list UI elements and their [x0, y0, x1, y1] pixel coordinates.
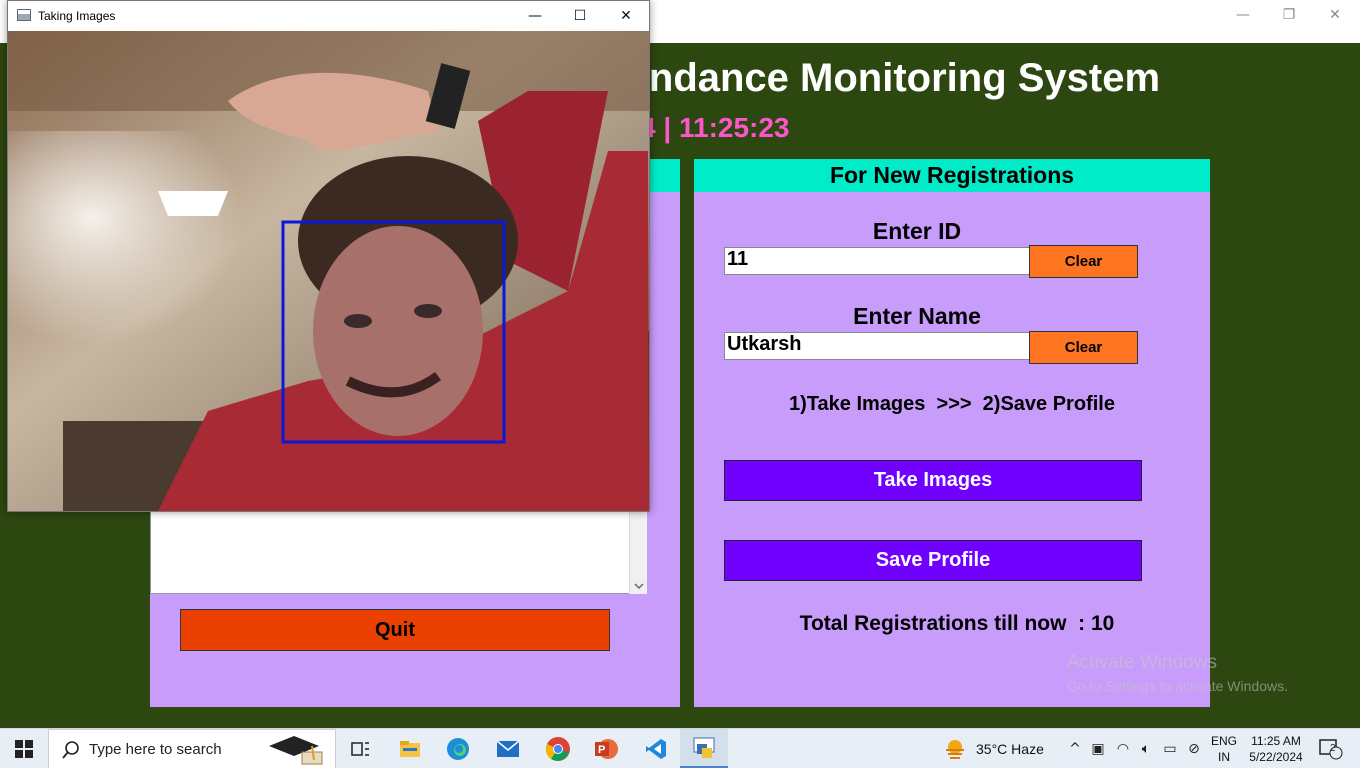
- windows-logo-icon: [15, 740, 33, 758]
- enter-name-label: Enter Name: [853, 303, 981, 329]
- graduation-cap-icon: [269, 736, 323, 765]
- chrome-button[interactable]: [534, 729, 582, 768]
- enter-id-label: Enter ID: [872, 218, 962, 244]
- notification-count: 2: [1330, 743, 1336, 754]
- language-code: ENG: [1210, 734, 1237, 748]
- network-off-icon[interactable]: ⊘: [1184, 739, 1204, 759]
- camera-titlebar[interactable]: Taking Images — ☐ ✕: [8, 1, 649, 31]
- clear-id-button[interactable]: Clear: [1029, 245, 1138, 278]
- svg-text:P: P: [598, 744, 605, 756]
- close-icon[interactable]: ✕: [1312, 0, 1358, 30]
- search-icon: [62, 741, 79, 759]
- save-profile-button[interactable]: Save Profile: [724, 540, 1142, 581]
- taskbar-search[interactable]: Type here to search: [48, 729, 336, 768]
- webcam-image: [8, 31, 649, 511]
- haze-icon: [946, 740, 964, 759]
- id-input[interactable]: 11: [724, 247, 1030, 275]
- watermark-line2: Go to Settings to activate Windows.: [1067, 678, 1288, 694]
- take-images-button[interactable]: Take Images: [724, 460, 1142, 501]
- date-time-display: 4 | 11:25:23: [640, 112, 790, 143]
- task-view-icon: [351, 742, 369, 756]
- page-title: ttendance Monitoring System: [600, 56, 1161, 100]
- python-icon: [693, 737, 715, 758]
- powerpoint-button[interactable]: P: [582, 729, 630, 768]
- mail-button[interactable]: [484, 729, 532, 768]
- attendance-list[interactable]: [150, 499, 647, 594]
- battery-icon[interactable]: ▭: [1160, 739, 1180, 759]
- attendance-scrollbar[interactable]: [629, 499, 647, 594]
- notification-button[interactable]: 2: [1318, 739, 1344, 760]
- window-app-icon: [17, 9, 31, 21]
- mail-icon: [496, 740, 520, 757]
- clock-time: 11:25 AM: [1251, 734, 1301, 748]
- camera-window-title: Taking Images: [38, 9, 116, 23]
- scroll-down-icon[interactable]: [631, 580, 647, 592]
- weather-widget[interactable]: 35°C Haze: [944, 729, 1044, 768]
- restore-icon[interactable]: ❐: [1266, 0, 1312, 30]
- language-indicator[interactable]: ENG IN: [1206, 733, 1242, 765]
- clear-name-button[interactable]: Clear: [1029, 331, 1138, 364]
- steps-instructions: 1)Take Images >>> 2)Save Profile: [789, 393, 1115, 415]
- activate-windows-watermark: Activate Windows Go to Settings to activ…: [1067, 652, 1288, 694]
- meet-now-icon[interactable]: ▣: [1088, 739, 1108, 759]
- vscode-button[interactable]: [632, 729, 680, 768]
- name-input[interactable]: Utkarsh: [724, 332, 1030, 360]
- file-explorer-button[interactable]: [386, 729, 434, 768]
- edge-icon: [447, 738, 469, 760]
- taskbar: Type here to search P 35°C Haze ^ ▣ ◠ 🔈︎…: [0, 728, 1360, 768]
- camera-maximize-icon[interactable]: ☐: [557, 1, 603, 31]
- clock-date: 5/22/2024: [1249, 750, 1303, 764]
- start-button[interactable]: [0, 729, 48, 768]
- camera-feed: [8, 31, 649, 511]
- registration-panel: For New Registrations Enter ID 11 Clear …: [694, 159, 1210, 707]
- volume-icon[interactable]: 🔈︎: [1136, 739, 1156, 759]
- search-placeholder: Type here to search: [89, 740, 222, 758]
- folder-icon: [400, 741, 420, 757]
- edge-button[interactable]: [434, 729, 482, 768]
- registration-panel-header: For New Registrations: [694, 159, 1210, 192]
- camera-minimize-icon[interactable]: —: [512, 1, 558, 31]
- weather-text: 35°C Haze: [976, 741, 1044, 757]
- wifi-icon[interactable]: ◠: [1113, 739, 1133, 759]
- powerpoint-icon: P: [595, 739, 618, 759]
- task-view-button[interactable]: [336, 729, 384, 768]
- vscode-icon: [646, 739, 666, 759]
- python-button[interactable]: [680, 729, 728, 768]
- quit-button[interactable]: Quit: [180, 609, 610, 651]
- minimize-icon[interactable]: —: [1220, 0, 1266, 30]
- chrome-icon: [545, 737, 570, 761]
- total-registrations: Total Registrations till now : 10: [799, 612, 1115, 635]
- camera-window[interactable]: Taking Images — ☐ ✕: [7, 0, 650, 512]
- chevron-up-icon[interactable]: ^: [1065, 739, 1085, 759]
- camera-close-icon[interactable]: ✕: [603, 1, 649, 31]
- clock[interactable]: 11:25 AM 5/22/2024: [1244, 733, 1308, 765]
- watermark-line1: Activate Windows: [1067, 652, 1217, 673]
- region-code: IN: [1218, 750, 1230, 764]
